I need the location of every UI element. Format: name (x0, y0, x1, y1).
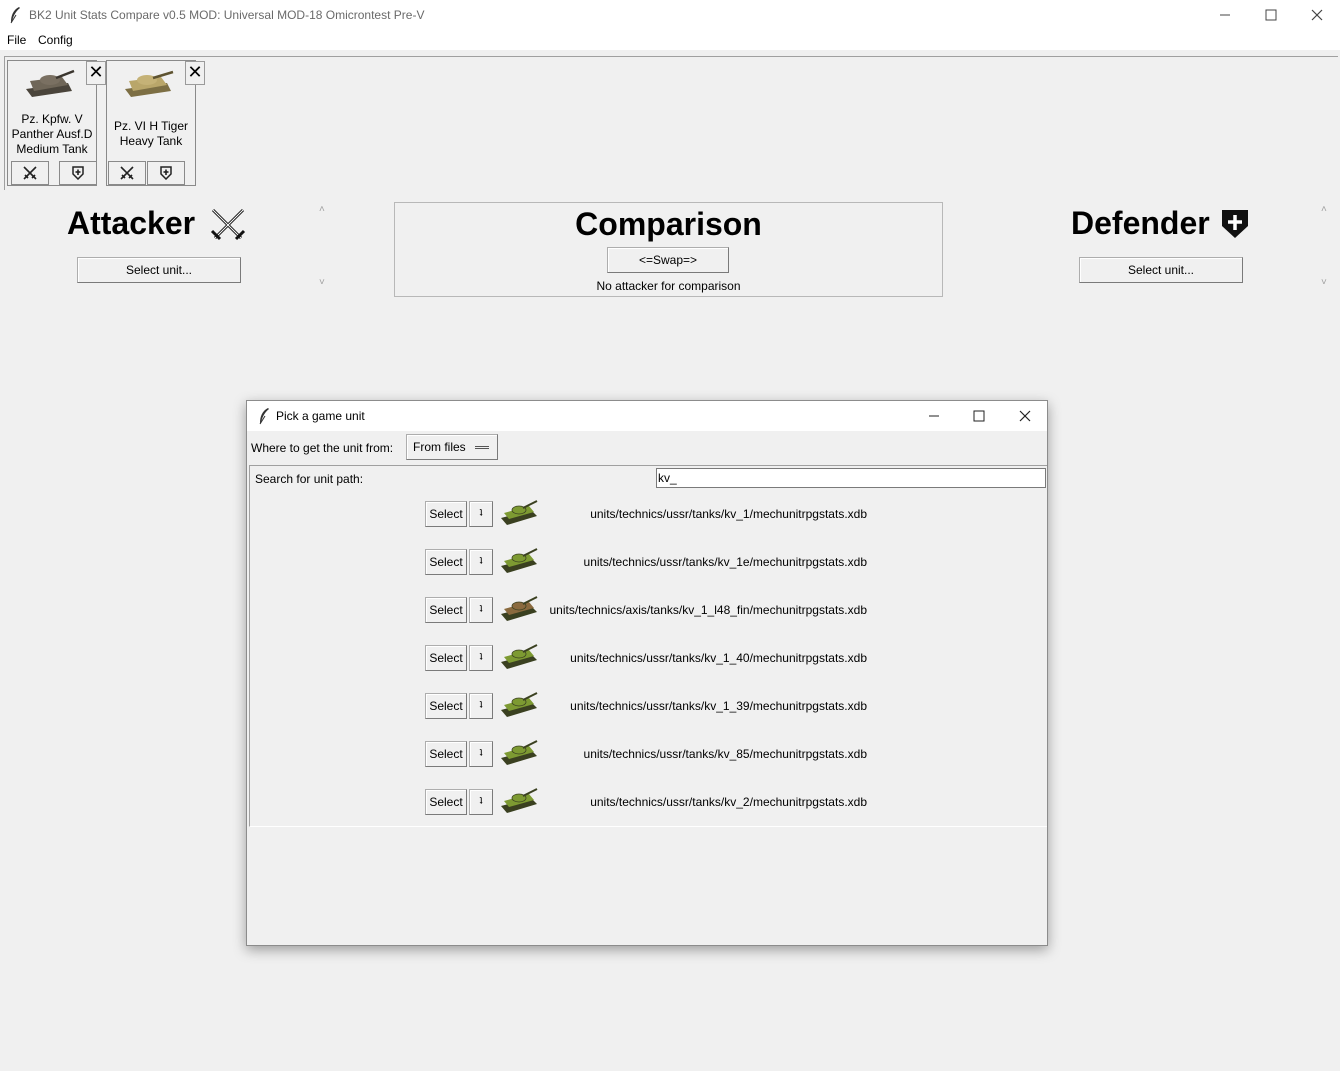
attacker-select-button[interactable]: Select unit... (77, 257, 241, 283)
minimize-icon (1220, 14, 1230, 16)
maximize-icon (973, 410, 985, 422)
row-option-button[interactable]: ʇ (469, 549, 493, 575)
result-row: Select ʇ units/technics/ussr/tanks/kv_1_40… (247, 642, 1049, 690)
shield-plus-icon (72, 166, 84, 180)
unit-path: units/technics/ussr/tanks/kv_1e/mechunit… (583, 555, 867, 569)
close-icon (1019, 410, 1031, 422)
feather-icon (259, 408, 269, 425)
minimize-icon (929, 415, 939, 417)
menu-file[interactable]: File (7, 33, 26, 47)
remove-card-button[interactable]: ✕ (185, 61, 205, 85)
menu-bar: File Config (0, 30, 1340, 50)
select-unit-button[interactable]: Select (425, 645, 467, 671)
unit-name-line: Pz. Kpfw. V (21, 112, 83, 126)
minimize-button[interactable] (1202, 0, 1248, 30)
select-unit-button[interactable]: Select (425, 501, 467, 527)
tank-icon (501, 788, 538, 813)
shield-plus-icon (1222, 210, 1248, 238)
dialog-maximize-button[interactable] (956, 401, 1002, 431)
set-defender-button[interactable] (147, 161, 185, 185)
maximize-button[interactable] (1248, 0, 1294, 30)
unit-card-tiger[interactable]: ✕ Pz. VI H Tiger Heavy Tank (106, 60, 205, 186)
unit-name-line: Panther Ausf.D (11, 127, 93, 141)
defender-select-button[interactable]: Select unit... (1079, 257, 1243, 283)
dropdown-indicator-icon (475, 446, 489, 449)
select-unit-button[interactable]: Select (425, 741, 467, 767)
tank-icon (125, 70, 174, 97)
comparison-status: No attacker for comparison (596, 279, 741, 293)
close-button[interactable] (1294, 0, 1340, 30)
dialog-close-button[interactable] (1002, 401, 1048, 431)
remove-card-button[interactable]: ✕ (86, 61, 106, 85)
unit-name-line: Medium Tank (16, 142, 88, 156)
crossed-swords-icon (120, 166, 134, 180)
select-unit-button[interactable]: Select (425, 693, 467, 719)
tank-icon (501, 596, 538, 621)
tank-icon (501, 500, 538, 525)
row-option-button[interactable]: ʇ (469, 597, 493, 623)
unit-path: units/technics/axis/tanks/kv_1_l48_fin/m… (549, 603, 867, 617)
scroll-down-icon[interactable]: ˅ (319, 277, 325, 288)
scroll-up-icon[interactable]: ˄ (1321, 204, 1327, 215)
result-row: Select ʇ units/technics/ussr/tanks/kv_1_39… (247, 690, 1049, 738)
row-option-button[interactable]: ʇ (469, 645, 493, 671)
menu-config[interactable]: Config (38, 33, 73, 47)
result-row: Select ʇ units/technics/ussr/tanks/kv_85/m… (247, 738, 1049, 786)
unit-name-line: Pz. VI H Tiger (113, 119, 189, 133)
search-input[interactable] (656, 468, 1046, 488)
tank-icon (501, 692, 538, 717)
unit-path: units/technics/ussr/tanks/kv_85/mechunit… (583, 747, 867, 761)
result-row: Select ʇ units/technics/ussr/tanks/kv_2/me… (247, 786, 1049, 834)
tank-icon (501, 644, 538, 669)
defender-title: Defender (1071, 205, 1210, 241)
window-title: BK2 Unit Stats Compare v0.5 MOD: Univers… (29, 8, 425, 22)
row-option-button[interactable]: ʇ (469, 789, 493, 815)
maximize-icon (1265, 9, 1277, 21)
crossed-swords-icon (23, 166, 37, 180)
unit-path: units/technics/ussr/tanks/kv_2/mechunitr… (590, 795, 867, 809)
select-unit-button[interactable]: Select (425, 597, 467, 623)
row-option-button[interactable]: ʇ (469, 741, 493, 767)
crossed-swords-icon (210, 208, 246, 241)
dialog-title: Pick a game unit (276, 409, 365, 423)
result-row: Select ʇ units/technics/axis/tanks/kv_1_l4… (247, 594, 1049, 642)
source-label: Where to get the unit from: (251, 441, 394, 455)
close-icon (1311, 9, 1323, 21)
unit-name-line: Heavy Tank (119, 134, 183, 148)
shield-plus-icon (160, 166, 172, 180)
attacker-title: Attacker (67, 205, 196, 241)
unit-path: units/technics/ussr/tanks/kv_1/mechunitr… (590, 507, 867, 521)
scroll-down-icon[interactable]: ˅ (1321, 277, 1327, 288)
comparison-panel: Comparison <=Swap=> No attacker for comp… (394, 202, 943, 297)
unit-path: units/technics/ussr/tanks/kv_1_40/mechun… (570, 651, 867, 665)
tank-icon (26, 69, 75, 97)
search-label: Search for unit path: (255, 472, 364, 486)
comparison-title: Comparison (575, 206, 762, 242)
dialog-title-bar: Pick a game unit (247, 401, 1047, 431)
dialog-minimize-button[interactable] (911, 401, 957, 431)
set-attacker-button[interactable] (11, 161, 49, 185)
tank-icon (501, 740, 538, 765)
unit-card-panther[interactable]: ✕ Pz. Kpfw. V Panther Ausf.D Medium Tank (7, 60, 106, 186)
row-option-button[interactable]: ʇ (469, 501, 493, 527)
title-bar: BK2 Unit Stats Compare v0.5 MOD: Univers… (0, 0, 1340, 30)
feather-icon (10, 7, 20, 24)
source-dropdown-value: From files (413, 440, 466, 454)
pick-unit-dialog: Pick a game unit Where to get the unit f… (246, 400, 1048, 946)
select-unit-button[interactable]: Select (425, 789, 467, 815)
result-row: Select ʇ units/technics/ussr/tanks/kv_1e/m… (247, 546, 1049, 594)
scroll-up-icon[interactable]: ˄ (319, 204, 325, 215)
source-dropdown[interactable]: From files (406, 434, 498, 460)
unit-path: units/technics/ussr/tanks/kv_1_39/mechun… (570, 699, 867, 713)
swap-button[interactable]: <=Swap=> (607, 247, 729, 273)
row-option-button[interactable]: ʇ (469, 693, 493, 719)
set-defender-button[interactable] (59, 161, 97, 185)
tank-icon (501, 548, 538, 573)
select-unit-button[interactable]: Select (425, 549, 467, 575)
result-row: Select ʇ units/technics/ussr/tanks/kv_1/me… (247, 498, 1049, 546)
set-attacker-button[interactable] (108, 161, 146, 185)
